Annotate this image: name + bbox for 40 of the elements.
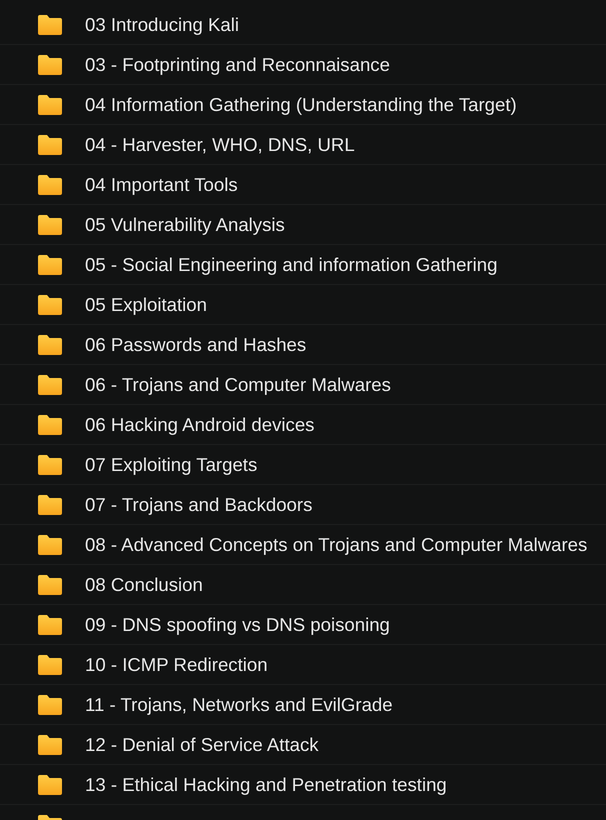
folder-name[interactable]: 07 Exploiting Targets xyxy=(85,454,258,476)
folder-icon xyxy=(38,254,62,274)
folder-icon xyxy=(38,374,62,394)
folder-name[interactable]: 04 Important Tools xyxy=(85,174,238,196)
folder-name[interactable]: 06 - Trojans and Computer Malwares xyxy=(85,374,391,396)
folder-icon xyxy=(38,774,62,794)
folder-icon xyxy=(38,94,62,114)
folder-name[interactable]: 07 - Trojans and Backdoors xyxy=(85,494,312,516)
folder-name[interactable]: 05 Vulnerability Analysis xyxy=(85,214,285,236)
folder-icon xyxy=(38,734,62,754)
folder-name[interactable]: 06 Hacking Android devices xyxy=(85,414,314,436)
folder-icon xyxy=(38,334,62,354)
folder-name[interactable]: 06 Passwords and Hashes xyxy=(85,334,306,356)
folder-icon xyxy=(38,534,62,554)
folder-icon xyxy=(38,134,62,154)
folder-name[interactable]: 11 - Trojans, Networks and EvilGrade xyxy=(85,694,393,716)
folder-name[interactable]: 03 - Footprinting and Reconnaisance xyxy=(85,54,390,76)
folder-name[interactable]: 13 - Ethical Hacking and Penetration testing xyxy=(85,774,447,796)
folder-name[interactable]: 04 Information Gathering (Understanding the Target) xyxy=(85,94,517,116)
folder-icon xyxy=(38,654,62,674)
folder-name[interactable]: 08 Conclusion xyxy=(85,574,203,596)
folder-icon xyxy=(38,614,62,634)
folder-name[interactable]: 09 - DNS spoofing vs DNS poisoning xyxy=(85,614,390,636)
folder-icon xyxy=(38,494,62,514)
folder-name[interactable]: 08 - Advanced Concepts on Trojans and Computer Malwares xyxy=(85,534,588,556)
folder-icon xyxy=(38,54,62,74)
folder-icon xyxy=(38,174,62,194)
folder-name[interactable]: 03 Introducing Kali xyxy=(85,14,240,36)
folder-icon xyxy=(38,694,62,714)
folder-icon xyxy=(38,294,62,314)
folder-name[interactable]: 10 - ICMP Redirection xyxy=(85,654,268,676)
folder-name[interactable]: 04 - Harvester, WHO, DNS, URL xyxy=(85,134,355,156)
folder-name[interactable]: 05 - Social Engineering and information Gathering xyxy=(85,254,498,276)
folder-icon xyxy=(38,214,62,234)
folder-icon xyxy=(38,454,62,474)
folder-icon xyxy=(38,414,62,434)
folder-icon xyxy=(38,14,62,34)
folder-icon xyxy=(38,574,62,594)
folder-name[interactable]: 05 Exploitation xyxy=(85,294,207,316)
folder-name[interactable]: 12 - Denial of Service Attack xyxy=(85,734,319,756)
